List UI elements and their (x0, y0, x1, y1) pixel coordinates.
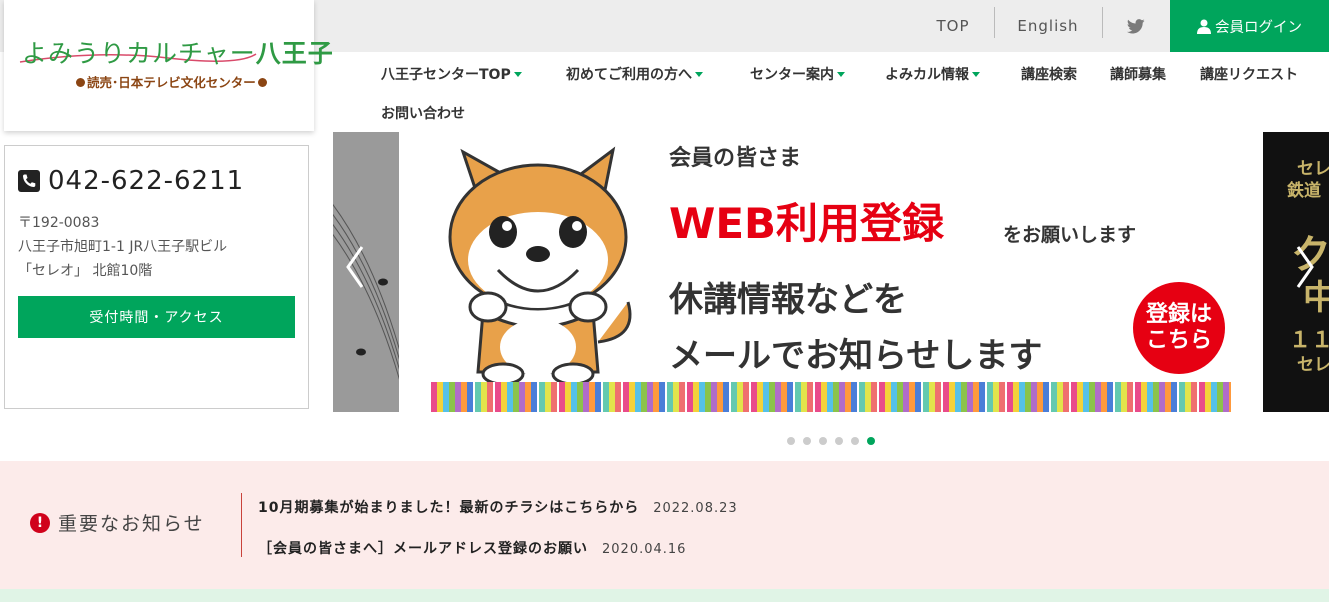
important-notice-section: ! 重要なお知らせ 10月期募集が始まりました！最新のチラシはこちらから 2022… (0, 461, 1329, 589)
contact-card: 042-622-6211 〒192-0083 八王子市旭町1-1 JR八王子駅ビ… (4, 145, 309, 409)
music-notes-image (333, 204, 399, 380)
slide-heading: 会員の皆さま (669, 146, 802, 171)
caret-down-icon (513, 71, 522, 77)
twitter-link[interactable] (1103, 0, 1169, 52)
next-arrow-icon[interactable] (1295, 245, 1315, 289)
phone-icon (18, 170, 40, 192)
util-english-link[interactable]: English (995, 0, 1101, 52)
user-icon (1197, 19, 1211, 34)
slide-highlight-suffix: をお願いします (1003, 224, 1137, 246)
next-section-band (0, 589, 1329, 602)
caret-down-icon (695, 71, 703, 77)
slide-line-3: 休講情報などを (669, 280, 907, 320)
nav-item-course-search[interactable]: 講座検索 (1021, 64, 1077, 84)
caret-down-icon (972, 71, 980, 77)
address-line-1: 八王子市旭町1-1 JR八王子駅ビル (18, 239, 228, 255)
slider-dot[interactable] (787, 437, 795, 445)
exclamation-icon: ! (30, 512, 50, 533)
logo-subtitle: 読売･日本テレビ文化センター (74, 72, 269, 91)
notice-item[interactable]: ［会員の皆さまへ］メールアドレス登録のお願い 2020.04.16 (258, 538, 686, 558)
postal-code: 〒192-0083 (18, 215, 100, 231)
shiba-dog-mascot-image (448, 146, 632, 386)
nav-item-first-time[interactable]: 初めてご利用の方へ (566, 64, 703, 84)
member-login-button[interactable]: 会員ログイン (1170, 0, 1329, 52)
notice-title: ! 重要なお知らせ (30, 509, 205, 536)
logo-text: よみうりカルチャー八王子 (22, 40, 334, 68)
slider-dot[interactable] (819, 437, 827, 445)
login-label: 会員ログイン (1215, 19, 1302, 36)
prev-arrow-icon[interactable] (345, 245, 365, 289)
slider-dot-active[interactable] (867, 437, 875, 445)
address-line-2: 「セレオ」 北館10階 (18, 263, 153, 279)
phone-row: 042-622-6211 (18, 166, 244, 196)
register-badge[interactable]: 登録は こちら (1133, 282, 1225, 374)
hero-slider: 会員の皆さま WEB利用登録 をお願いします 休講情報などを メールでお知らせし… (333, 132, 1329, 412)
nav-item-center-info[interactable]: センター案内 (750, 64, 845, 84)
prev-slide-peek (333, 132, 399, 412)
slider-dot[interactable] (803, 437, 811, 445)
util-top-link[interactable]: TOP (912, 0, 994, 52)
notice-divider (241, 493, 242, 557)
nav-item-center-top[interactable]: 八王子センターTOP (381, 64, 522, 84)
access-hours-button[interactable]: 受付時間・アクセス (18, 296, 295, 338)
nav-item-contact[interactable]: お問い合わせ (381, 103, 465, 123)
site-logo[interactable]: よみうりカルチャー八王子 読売･日本テレビ文化センター (4, 0, 333, 131)
nav-item-yomikaru-info[interactable]: よみカル情報 (885, 64, 980, 84)
slider-pagination (787, 437, 875, 445)
nav-item-instructor-recruit[interactable]: 講師募集 (1110, 64, 1166, 84)
notice-item[interactable]: 10月期募集が始まりました！最新のチラシはこちらから 2022.08.23 (258, 497, 738, 517)
slide-highlight: WEB利用登録 (669, 199, 945, 248)
twitter-bird-icon (1127, 18, 1145, 33)
color-stripes (431, 382, 1231, 412)
slide-web-registration[interactable]: 会員の皆さま WEB利用登録 をお願いします 休講情報などを メールでお知らせし… (399, 132, 1263, 412)
slide-line-4: メールでお知らせします (669, 336, 1043, 376)
phone-number[interactable]: 042-622-6211 (48, 166, 244, 196)
caret-down-icon (837, 71, 845, 77)
slider-dot[interactable] (835, 437, 843, 445)
nav-item-course-request[interactable]: 講座リクエスト (1200, 64, 1298, 84)
slider-dot[interactable] (851, 437, 859, 445)
